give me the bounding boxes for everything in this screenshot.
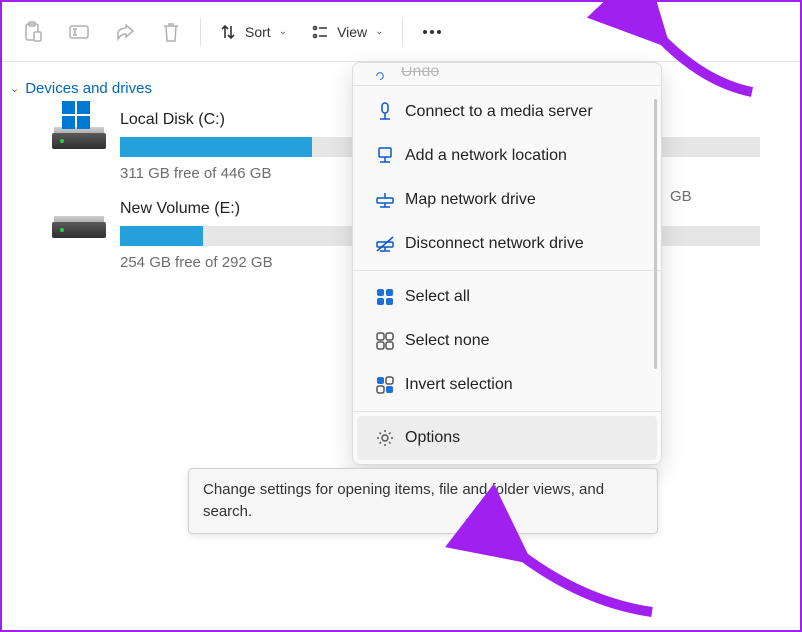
invert-selection-icon [371, 376, 399, 394]
toolbar-divider [200, 18, 201, 46]
select-none-icon [371, 332, 399, 350]
chevron-down-icon: ⌄ [375, 26, 383, 37]
options-tooltip: Change settings for opening items, file … [188, 468, 658, 534]
menu-label: Disconnect network drive [405, 235, 584, 253]
map-drive-icon [371, 191, 399, 209]
menu-label: Connect to a media server [405, 103, 593, 121]
rename-button[interactable] [56, 10, 102, 54]
share-button[interactable] [102, 10, 148, 54]
menu-select-all[interactable]: Select all [353, 275, 661, 319]
menu-add-network-location[interactable]: Add a network location [353, 134, 661, 178]
section-title: Devices and drives [25, 80, 152, 97]
menu-item-undo-clipped[interactable]: Undo [353, 67, 661, 81]
chevron-down-icon: ⌄ [10, 82, 19, 95]
select-all-icon [371, 288, 399, 306]
menu-separator [353, 411, 661, 412]
menu-label: Map network drive [405, 191, 536, 209]
menu-label: Select all [405, 288, 470, 306]
menu-label: Options [405, 429, 460, 447]
view-button[interactable]: View ⌄ [299, 10, 395, 54]
more-menu: Undo Connect to a media server Add a net… [352, 62, 662, 465]
menu-map-network-drive[interactable]: Map network drive [353, 178, 661, 222]
disconnect-drive-icon [371, 235, 399, 253]
gear-icon [371, 429, 399, 447]
menu-options[interactable]: Options [357, 416, 657, 460]
drive-icon [52, 200, 108, 244]
annotation-arrow [642, 22, 762, 105]
drive-icon [52, 111, 108, 155]
menu-select-none[interactable]: Select none [353, 319, 661, 363]
menu-scrollbar[interactable] [654, 99, 657, 369]
menu-label: Invert selection [405, 376, 513, 394]
sort-button[interactable]: Sort ⌄ [207, 10, 299, 54]
drive-stats-overflow: GB [670, 188, 692, 205]
view-label: View [337, 24, 367, 40]
more-button[interactable] [409, 10, 455, 54]
menu-label: Add a network location [405, 147, 567, 165]
paste-button[interactable] [10, 10, 56, 54]
menu-connect-media-server[interactable]: Connect to a media server [353, 90, 661, 134]
chevron-down-icon: ⌄ [279, 26, 287, 37]
menu-separator [353, 270, 661, 271]
network-location-icon [371, 146, 399, 166]
annotation-arrow [502, 542, 662, 625]
menu-disconnect-network-drive[interactable]: Disconnect network drive [353, 222, 661, 266]
menu-label: Select none [405, 332, 490, 350]
toolbar-divider [402, 18, 403, 46]
media-server-icon [371, 102, 399, 122]
windows-badge-icon [62, 101, 90, 129]
menu-invert-selection[interactable]: Invert selection [353, 363, 661, 407]
menu-separator [353, 85, 661, 86]
sort-label: Sort [245, 24, 271, 40]
delete-button[interactable] [148, 10, 194, 54]
